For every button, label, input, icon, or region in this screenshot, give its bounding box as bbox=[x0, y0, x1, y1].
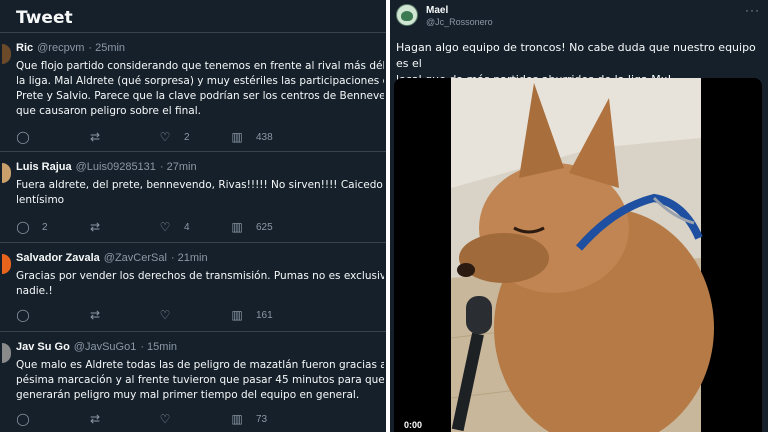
reply-tweet[interactable]: Ric @recpvm · 25min Que flojo partido cons… bbox=[0, 34, 386, 152]
tweet-time[interactable]: · 15min bbox=[140, 341, 177, 353]
views-button[interactable]: ▥ 73 bbox=[230, 412, 267, 426]
views-button[interactable]: ▥ 438 bbox=[230, 130, 273, 144]
retweet-icon: ⇄ bbox=[89, 130, 101, 144]
author-handle[interactable]: @JavSuGo1 bbox=[74, 341, 137, 353]
author-handle[interactable]: @Luis09285131 bbox=[76, 161, 156, 173]
tweet-text: Fuera aldrete, del prete, bennevendo, Ri… bbox=[16, 178, 384, 208]
tweet-line: Hagan algo equipo de troncos! No cabe du… bbox=[396, 41, 756, 70]
views-button[interactable]: ▥ 161 bbox=[230, 308, 273, 322]
reply-button[interactable]: ◯ 2 bbox=[16, 220, 48, 234]
heart-icon: ♡ bbox=[159, 412, 171, 426]
retweet-icon: ⇄ bbox=[89, 308, 101, 322]
retweet-icon: ⇄ bbox=[89, 220, 101, 234]
retweet-icon: ⇄ bbox=[89, 412, 101, 426]
tweet-text: Que flojo partido considerando que tenem… bbox=[16, 59, 384, 119]
avatar[interactable] bbox=[2, 254, 11, 274]
tweet-line: la liga. Mal Aldrete (qué sorpresa) y mu… bbox=[16, 75, 384, 87]
tweet-text: Que malo es Aldrete todas las de peligro… bbox=[16, 358, 384, 403]
thread-header: Tweet bbox=[0, 0, 386, 33]
author-handle[interactable]: @ZavCerSal bbox=[104, 252, 167, 264]
more-options-icon[interactable]: ··· bbox=[745, 3, 760, 17]
reply-tweet[interactable]: Salvador Zavala @ZavCerSal · 21min Gracias… bbox=[0, 244, 386, 332]
video-player[interactable]: 0:00 bbox=[394, 78, 762, 432]
author-name[interactable]: Mael bbox=[426, 5, 448, 16]
author-handle[interactable]: @recpvm bbox=[37, 42, 84, 54]
retweet-button[interactable]: ⇄ bbox=[88, 130, 114, 144]
replies-panel: Tweet Ric @recpvm · 25min Que flojo partid… bbox=[0, 0, 386, 432]
like-button[interactable]: ♡ bbox=[158, 412, 184, 426]
tweet-meta: Ric @recpvm · 25min bbox=[16, 42, 125, 54]
action-bar: ◯ ⇄ ♡ ▥ 73 bbox=[16, 412, 316, 426]
tweet-line: Gracias por vender los derechos de trans… bbox=[16, 270, 384, 282]
avatar[interactable] bbox=[2, 163, 11, 183]
like-button[interactable]: ♡ 2 bbox=[158, 130, 190, 144]
tweet-time[interactable]: · 27min bbox=[160, 161, 197, 173]
speech-bubble-icon: ◯ bbox=[16, 130, 30, 144]
views-count: 438 bbox=[256, 131, 273, 143]
tweet-meta: Salvador Zavala @ZavCerSal · 21min bbox=[16, 252, 208, 264]
reply-tweet[interactable]: Jav Su Go @JavSuGo1 · 15min Que malo es Al… bbox=[0, 333, 386, 432]
tweet-text: Gracias por vender los derechos de trans… bbox=[16, 269, 384, 299]
views-count: 625 bbox=[256, 221, 273, 233]
tweet-line: lentísimo bbox=[16, 194, 65, 206]
header-title: Tweet bbox=[16, 8, 73, 28]
reply-tweet[interactable]: Luis Rajua @Luis09285131 · 27min Fuera ald… bbox=[0, 153, 386, 243]
retweet-button[interactable]: ⇄ bbox=[88, 308, 114, 322]
like-count: 4 bbox=[184, 221, 190, 233]
heart-icon: ♡ bbox=[159, 220, 171, 234]
tweet-line: que causaron peligro sobre el final. bbox=[16, 105, 201, 117]
author-name[interactable]: Ric bbox=[16, 42, 33, 54]
avatar[interactable] bbox=[2, 44, 11, 64]
action-bar: ◯ 2 ⇄ ♡ 4 ▥ 625 bbox=[16, 220, 316, 234]
bar-chart-icon: ▥ bbox=[231, 220, 243, 234]
views-button[interactable]: ▥ 625 bbox=[230, 220, 273, 234]
heart-icon: ♡ bbox=[159, 130, 171, 144]
reply-button[interactable]: ◯ bbox=[16, 412, 42, 426]
views-count: 161 bbox=[256, 309, 273, 321]
action-bar: ◯ ⇄ ♡ ▥ 161 bbox=[16, 308, 316, 322]
bar-chart-icon: ▥ bbox=[231, 412, 243, 426]
avatar[interactable] bbox=[396, 4, 418, 26]
views-count: 73 bbox=[256, 413, 268, 425]
reply-button[interactable]: ◯ bbox=[16, 308, 42, 322]
speech-bubble-icon: ◯ bbox=[16, 220, 30, 234]
reply-count: 2 bbox=[42, 221, 48, 233]
reply-button[interactable]: ◯ bbox=[16, 130, 42, 144]
author-handle[interactable]: @Jc_Rossonero bbox=[426, 17, 493, 27]
speech-bubble-icon: ◯ bbox=[16, 308, 30, 322]
bar-chart-icon: ▥ bbox=[231, 130, 243, 144]
author-name[interactable]: Luis Rajua bbox=[16, 161, 72, 173]
tweet-meta: Luis Rajua @Luis09285131 · 27min bbox=[16, 161, 197, 173]
avatar[interactable] bbox=[2, 343, 11, 363]
retweet-button[interactable]: ⇄ bbox=[88, 412, 114, 426]
speech-bubble-icon: ◯ bbox=[16, 412, 30, 426]
like-button[interactable]: ♡ bbox=[158, 308, 184, 322]
tweet-line: nadie.! bbox=[16, 285, 53, 297]
retweet-button[interactable]: ⇄ bbox=[88, 220, 114, 234]
author-name[interactable]: Salvador Zavala bbox=[16, 252, 100, 264]
video-timestamp: 0:00 bbox=[404, 420, 423, 430]
tweet-line: Fuera aldrete, del prete, bennevendo, Ri… bbox=[16, 179, 384, 191]
action-bar: ◯ ⇄ ♡ 2 ▥ 438 bbox=[16, 130, 316, 144]
like-count: 2 bbox=[184, 131, 190, 143]
tweet-time[interactable]: · 21min bbox=[171, 252, 208, 264]
sleeping-dog-video-frame bbox=[450, 78, 714, 432]
tweet-time[interactable]: · 25min bbox=[88, 42, 125, 54]
tweet-line: pésima marcación y al frente tuvieron qu… bbox=[16, 374, 384, 386]
heart-icon: ♡ bbox=[159, 308, 171, 322]
bar-chart-icon: ▥ bbox=[231, 308, 243, 322]
tweet-line: Que malo es Aldrete todas las de peligro… bbox=[16, 359, 384, 371]
tweet-meta: Jav Su Go @JavSuGo1 · 15min bbox=[16, 341, 177, 353]
author-name[interactable]: Jav Su Go bbox=[16, 341, 70, 353]
tweet-line: generarán peligro muy mal primer tiempo … bbox=[16, 389, 360, 401]
like-button[interactable]: ♡ 4 bbox=[158, 220, 190, 234]
tweet-line: Prete y Salvio. Parece que la clave podr… bbox=[16, 90, 384, 102]
original-tweet[interactable]: Mael @Jc_Rossonero ··· Hagan algo equipo… bbox=[390, 0, 768, 432]
tweet-line: Que flojo partido considerando que tenem… bbox=[16, 60, 384, 72]
